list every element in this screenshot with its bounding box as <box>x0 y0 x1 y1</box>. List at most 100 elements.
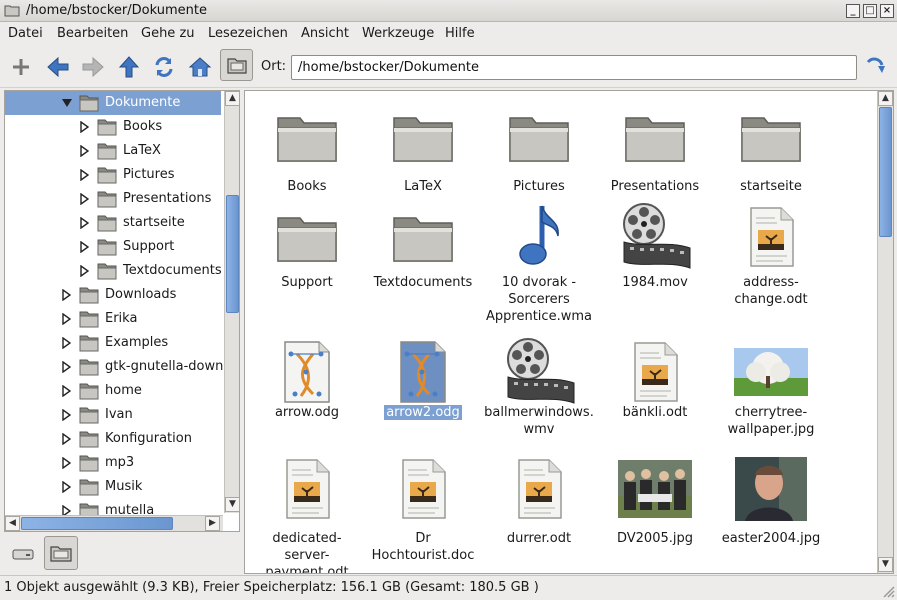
tree-item[interactable]: LaTeX <box>5 139 221 163</box>
folder-icon <box>365 99 481 175</box>
tree-item[interactable]: Downloads <box>5 283 221 307</box>
up-button[interactable] <box>115 52 143 82</box>
scroll-right-arrow-icon[interactable]: ▶ <box>205 516 220 531</box>
tree-item[interactable]: startseite <box>5 211 221 235</box>
tree-item-label: Textdocuments <box>123 263 222 278</box>
item-label: cherrytree-wallpaper.jpg <box>727 405 815 437</box>
side-hscroll-thumb[interactable] <box>21 517 173 530</box>
menu-lesezeichen[interactable]: Lesezeichen <box>208 26 288 41</box>
tree-item[interactable]: home <box>5 379 221 403</box>
plus-icon <box>13 59 29 75</box>
up-arrow-icon <box>118 56 140 78</box>
home-button[interactable] <box>186 52 214 82</box>
tree-item[interactable]: Presentations <box>5 187 221 211</box>
scroll-up-arrow-icon[interactable]: ▲ <box>878 91 893 106</box>
new-tab-button[interactable] <box>7 52 35 82</box>
tree-item[interactable]: Examples <box>5 331 221 355</box>
folder-icon <box>4 5 20 17</box>
tree-item[interactable]: Books <box>5 115 221 139</box>
side-vertical-scrollbar[interactable]: ▲ ▼ <box>224 91 239 513</box>
tree-item[interactable]: Musik <box>5 475 221 499</box>
tree-item[interactable]: Textdocuments <box>5 259 222 283</box>
image-thumbnail <box>713 451 829 527</box>
expander-closed-icon[interactable] <box>79 216 90 230</box>
menu-werkzeuge[interactable]: Werkzeuge <box>362 26 434 41</box>
menu-ansicht[interactable]: Ansicht <box>301 26 349 41</box>
maximize-button[interactable]: □ <box>863 4 877 18</box>
item-label: bänkli.odt <box>622 405 688 420</box>
item-label: dedicated-server-payment.odt <box>265 531 349 574</box>
expander-closed-icon[interactable] <box>79 120 90 134</box>
expander-closed-icon[interactable] <box>79 192 90 206</box>
folder-icon <box>597 99 713 175</box>
reload-button[interactable] <box>150 52 178 82</box>
expander-closed-icon[interactable] <box>79 240 90 254</box>
tree-item[interactable]: Erika <box>5 307 221 331</box>
minimize-button[interactable]: _ <box>846 4 860 18</box>
tree-item[interactable]: Ivan <box>5 403 221 427</box>
menu-bar: Datei Bearbeiten Gehe zu Lesezeichen Ans… <box>0 22 897 46</box>
tree-item[interactable]: gtk-gnutella-down <box>5 355 224 379</box>
back-arrow-icon <box>47 56 69 78</box>
folder-icon <box>79 286 99 304</box>
scroll-down-arrow-icon[interactable]: ▼ <box>878 557 893 572</box>
tree-item[interactable]: Pictures <box>5 163 221 187</box>
folder-icon <box>79 478 99 496</box>
menu-gehe-zu[interactable]: Gehe zu <box>141 26 195 41</box>
expander-closed-icon[interactable] <box>61 408 72 422</box>
expander-closed-icon[interactable] <box>79 264 90 278</box>
tree-item-label: Erika <box>105 311 138 326</box>
expander-closed-icon[interactable] <box>61 288 72 302</box>
forward-button[interactable] <box>79 52 107 82</box>
folder-icon <box>249 99 365 175</box>
tree-item-label: gtk-gnutella-down <box>105 359 224 374</box>
folder-icon <box>97 166 117 184</box>
expander-closed-icon[interactable] <box>61 312 72 326</box>
tree-item[interactable]: mp3 <box>5 451 221 475</box>
expander-closed-icon[interactable] <box>61 480 72 494</box>
side-pane-tree: Dokumente Books LaTeX Pictures Presentations… <box>4 90 240 532</box>
side-vscroll-thumb[interactable] <box>226 195 239 313</box>
document-icon <box>597 334 713 410</box>
menu-bearbeiten[interactable]: Bearbeiten <box>57 26 128 41</box>
folder-icon <box>79 310 99 328</box>
location-label: Ort: <box>261 59 287 74</box>
menu-hilfe[interactable]: Hilfe <box>445 26 475 41</box>
scroll-down-arrow-icon[interactable]: ▼ <box>225 497 239 512</box>
tree-item[interactable]: Dokumente <box>5 91 221 115</box>
home-icon <box>188 57 212 77</box>
expander-closed-icon[interactable] <box>61 456 72 470</box>
side-horizontal-scrollbar[interactable]: ◀ ▶ <box>5 515 223 531</box>
tree-item[interactable]: Konfiguration <box>5 427 221 451</box>
tree-item-label: Examples <box>105 335 169 350</box>
main-vscroll-thumb[interactable] <box>879 107 892 237</box>
close-button[interactable]: × <box>880 4 894 18</box>
film-reel-icon <box>597 199 713 275</box>
tree-view-button[interactable] <box>44 536 78 570</box>
scroll-up-arrow-icon[interactable]: ▲ <box>225 91 239 106</box>
film-reel-icon <box>481 334 597 410</box>
tree-item[interactable]: Support <box>5 235 221 259</box>
document-icon <box>713 199 829 275</box>
expander-closed-icon[interactable] <box>61 360 72 374</box>
expander-closed-icon[interactable] <box>61 336 72 350</box>
expander-open-icon[interactable] <box>61 97 72 109</box>
menu-datei[interactable]: Datei <box>8 26 43 41</box>
folder-icon <box>97 214 117 232</box>
resize-grip-icon[interactable] <box>881 584 895 598</box>
location-input[interactable] <box>291 55 857 80</box>
image-thumbnail <box>597 451 713 527</box>
folder-icon <box>365 199 481 275</box>
back-button[interactable] <box>44 52 72 82</box>
expander-closed-icon[interactable] <box>61 432 72 446</box>
main-vertical-scrollbar[interactable]: ▲ ▼ <box>877 91 893 573</box>
expander-closed-icon[interactable] <box>61 384 72 398</box>
scroll-left-arrow-icon[interactable]: ◀ <box>5 516 20 531</box>
folder-view-button[interactable] <box>220 49 253 81</box>
item-label: ballmerwindows. wmv <box>484 405 594 437</box>
music-note-icon <box>481 199 597 275</box>
expander-closed-icon[interactable] <box>79 144 90 158</box>
expander-closed-icon[interactable] <box>79 168 90 182</box>
places-button[interactable] <box>6 536 40 570</box>
go-button[interactable] <box>862 52 890 82</box>
